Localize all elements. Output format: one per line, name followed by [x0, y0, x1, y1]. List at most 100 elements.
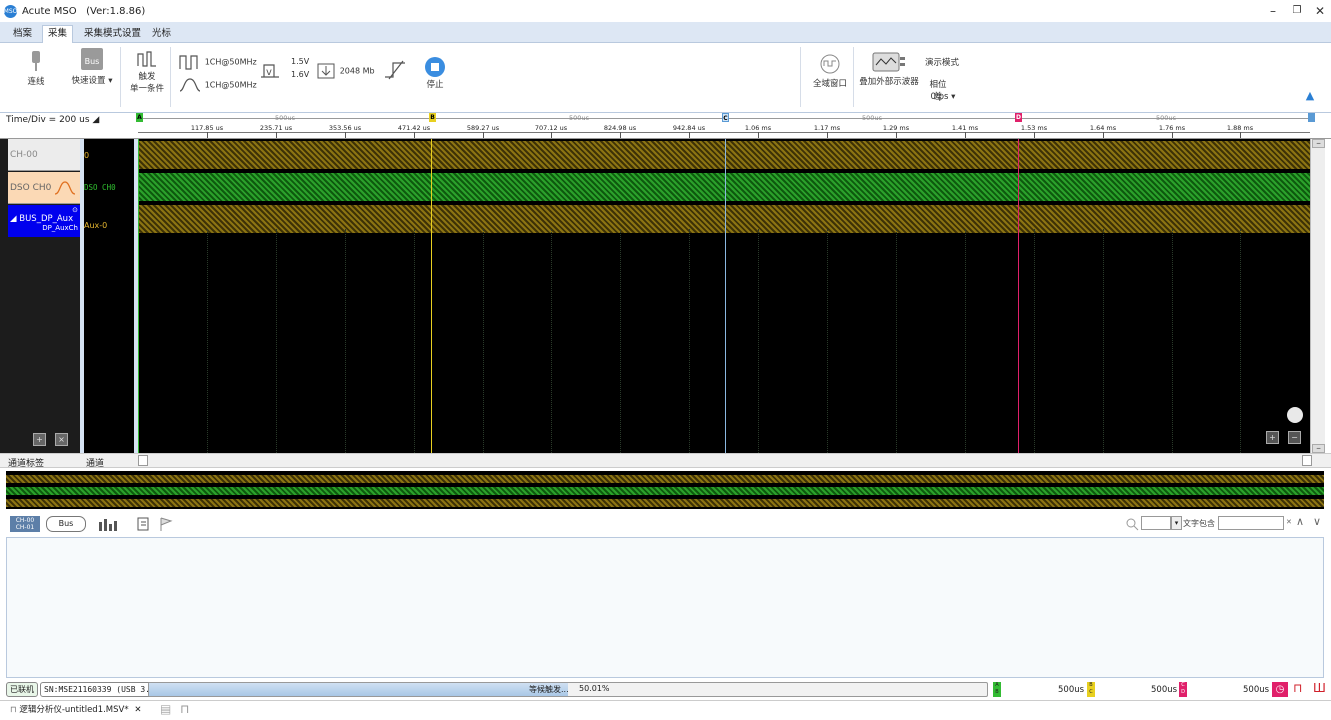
scroll-down-icon[interactable]: −: [1312, 444, 1325, 453]
channel-value-ch00: 0: [84, 151, 90, 160]
analog-wave-icon: [179, 78, 201, 92]
auto-threshold-button[interactable]: [382, 57, 408, 81]
export-icon[interactable]: [136, 516, 152, 532]
search-prev-icon[interactable]: ∧: [1296, 515, 1304, 528]
voltage-icon: v: [261, 64, 279, 78]
trigger-label-2: 单一条件: [130, 84, 165, 94]
cursor-c-flag[interactable]: C: [722, 113, 729, 122]
ruler-tick: [345, 132, 346, 138]
close-tab-icon[interactable]: ✕: [134, 705, 141, 715]
trigger-button[interactable]: 触发 单一条件: [130, 48, 164, 94]
cursor-ab-delta: 500us: [1058, 685, 1085, 695]
ruler-tick: [896, 132, 897, 138]
overview-strip[interactable]: [6, 471, 1324, 509]
multi-channel-icon[interactable]: Ш: [1313, 681, 1326, 695]
hscroll-left-button[interactable]: [138, 455, 148, 466]
search-scope-combo[interactable]: [1141, 516, 1171, 530]
ruler-tick: [620, 132, 621, 138]
document-tab-name: 逻辑分析仪-untitled1.MSV*: [19, 705, 129, 715]
quick-setup-button[interactable]: Bus 快速设置 ▾: [70, 48, 114, 86]
overview-dso: [6, 487, 1324, 495]
memory-depth-button[interactable]: 2048 Mb: [315, 61, 379, 81]
zoom-in-button[interactable]: +: [1266, 431, 1279, 444]
cursor-b-flag[interactable]: B: [429, 113, 436, 122]
phase-value-dropdown[interactable]: 0 ps ▾: [926, 92, 960, 102]
new-analyzer-icon[interactable]: ⊓: [180, 702, 189, 716]
stop-button[interactable]: 停止: [420, 56, 450, 90]
search-scope-dropdown-icon[interactable]: ▾: [1171, 516, 1182, 530]
grid-line: [414, 229, 415, 453]
search-clear-icon[interactable]: ✕: [1286, 518, 1292, 526]
demo-mode-button[interactable]: 演示模式: [922, 56, 962, 68]
demo-mode-label: 演示模式: [924, 58, 959, 68]
full-window-button[interactable]: 全域窗口: [808, 53, 852, 89]
overlay-scope-button[interactable]: 叠加外部示波器: [858, 51, 920, 87]
tab-cursor[interactable]: 光标: [147, 26, 176, 43]
restore-button[interactable]: ❐: [1287, 3, 1307, 19]
label-bar: 通道标签 通道: [0, 453, 1331, 469]
cursor-d-flag[interactable]: D: [1015, 113, 1022, 122]
document-tab[interactable]: ⊓ 逻辑分析仪-untitled1.MSV* ✕: [4, 702, 148, 720]
trigger-icon: [137, 51, 156, 67]
waveform-dso-ch0: [138, 173, 1310, 201]
ruler-tick-label: 1.88 ms: [1226, 124, 1254, 132]
search-next-icon[interactable]: ∨: [1313, 515, 1321, 528]
collapse-ribbon-icon[interactable]: ▲: [1303, 89, 1317, 102]
search-text-input[interactable]: [1218, 516, 1284, 530]
cursor-a-line[interactable]: [138, 139, 139, 453]
serial-number: SN:MSE21160339 (USB 3.0): [40, 682, 164, 697]
grid-line: [758, 229, 759, 453]
cursor-d-line[interactable]: [1018, 139, 1019, 453]
new-document-icon[interactable]: ▤: [160, 702, 171, 716]
analog-rate-button[interactable]: 1CH@50MHz: [178, 76, 258, 94]
channel-row-dso-ch0[interactable]: DSO CH0: [8, 172, 80, 204]
channel-list-button[interactable]: CH-00 CH-01: [10, 516, 40, 532]
flag-icon[interactable]: [158, 516, 174, 532]
histogram-icon[interactable]: [96, 516, 120, 532]
cursor-a-flag[interactable]: A: [136, 113, 143, 122]
ruler-tick: [483, 132, 484, 138]
grid-line: [276, 229, 277, 453]
vertical-scrollbar[interactable]: − −: [1310, 139, 1325, 453]
remove-channel-button[interactable]: ×: [55, 433, 68, 446]
tab-file[interactable]: 档案: [8, 26, 37, 43]
protocol-result-panel[interactable]: [6, 537, 1324, 678]
hscroll-right-button[interactable]: [1302, 455, 1312, 466]
channel-value-dso: DSO CH0: [84, 183, 116, 192]
tab-acquire-mode[interactable]: 采集模式设置: [79, 26, 146, 43]
waiting-trigger-text: 等候触发...: [529, 685, 569, 694]
waveform-ch00: [138, 141, 1310, 169]
acquisition-progress-bar: 等候触发... 50.01%: [148, 682, 988, 697]
channel-value-panel: 0 DSO CH0 Aux-0: [84, 139, 136, 453]
add-channel-button[interactable]: +: [33, 433, 46, 446]
progress-percent-text: 50.01%: [579, 684, 610, 693]
clock-icon[interactable]: ◷: [1272, 682, 1288, 697]
pulse-icon[interactable]: ⊓: [1293, 681, 1302, 695]
bus-decode-button[interactable]: Bus: [46, 516, 86, 532]
channel-value-bus: Aux-0: [84, 221, 108, 230]
waveform-bus: [138, 205, 1310, 233]
grid-line: [1034, 229, 1035, 453]
ruler-tick: [1240, 132, 1241, 138]
ruler-tick: [1034, 132, 1035, 138]
digital-rate-button[interactable]: 1CH@50MHz: [178, 53, 258, 71]
grid-line: [483, 229, 484, 453]
bus-settings-icon[interactable]: ⊙: [72, 206, 78, 214]
zoom-out-button[interactable]: −: [1288, 431, 1301, 444]
close-button[interactable]: ✕: [1310, 3, 1330, 19]
time-div-selector[interactable]: Time/Div = 200 us ◢: [6, 115, 99, 125]
trigger-label-1: 触发: [138, 72, 156, 82]
search-text-label: 文字包含: [1183, 519, 1215, 528]
tab-acquire[interactable]: 采集: [42, 25, 74, 44]
scroll-up-icon[interactable]: −: [1312, 139, 1325, 148]
channel-row-ch00[interactable]: CH-00: [8, 139, 80, 171]
connect-button[interactable]: 连线: [22, 49, 50, 87]
cursor-b-line[interactable]: [431, 139, 432, 453]
ruler-tick: [207, 132, 208, 138]
zoom-fit-icon[interactable]: [1287, 407, 1303, 423]
waveform-area[interactable]: + −: [138, 139, 1310, 453]
cursor-end-flag[interactable]: [1308, 113, 1315, 122]
channel-row-bus[interactable]: ◢ BUS_DP_Aux DP_AuxCh ⊙: [8, 205, 80, 237]
minimize-button[interactable]: –: [1263, 3, 1283, 19]
cursor-c-line[interactable]: [725, 139, 726, 453]
